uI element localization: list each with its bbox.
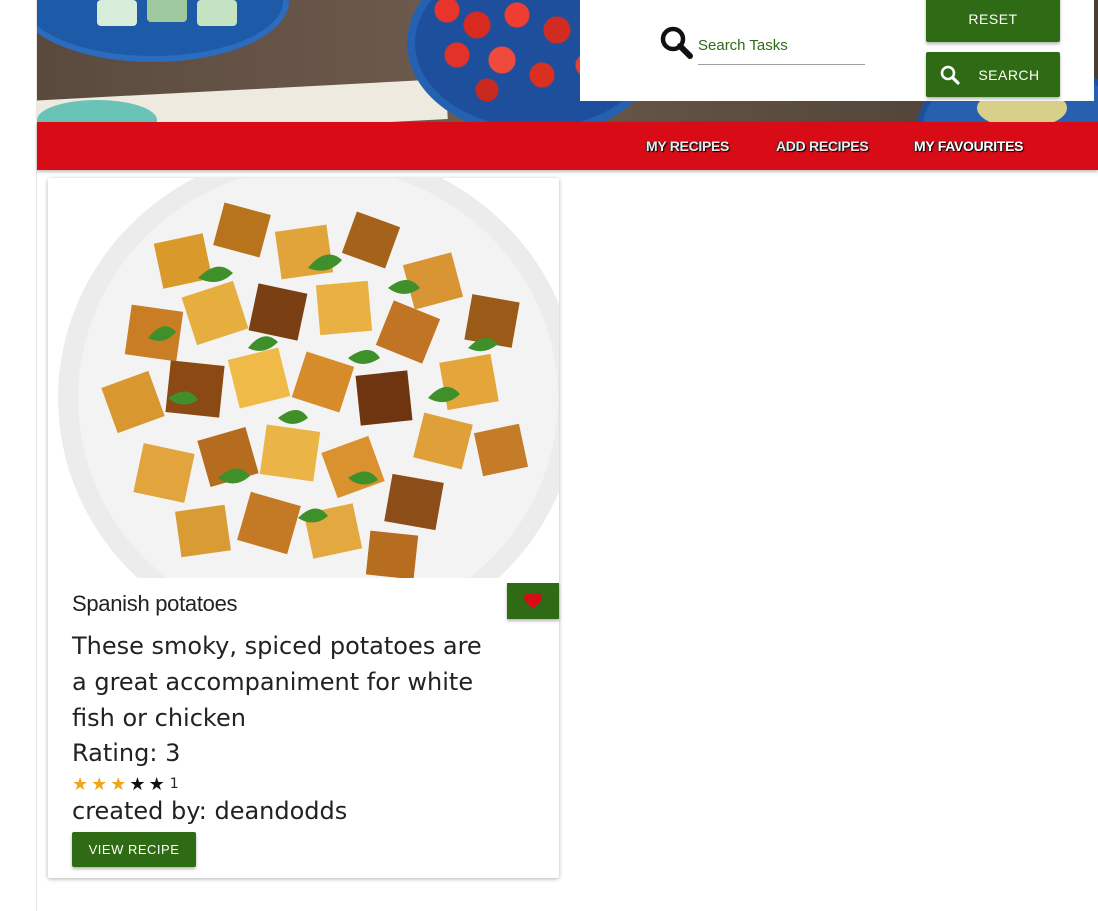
nav-add-recipes[interactable]: ADD RECIPES: [776, 138, 869, 154]
star-icon[interactable]: ★: [110, 775, 126, 793]
reset-button-label: RESET: [968, 11, 1018, 27]
reset-button[interactable]: RESET: [926, 0, 1060, 42]
heart-icon: [523, 592, 543, 610]
recipe-rating: Rating: 3: [72, 739, 181, 767]
recipe-image: [48, 178, 559, 578]
star-icon[interactable]: ★: [72, 775, 88, 793]
star-icon[interactable]: ★: [149, 775, 165, 793]
star-rating: ★ ★ ★ ★ ★ 1: [72, 774, 179, 794]
recipe-title: Spanish potatoes: [72, 591, 238, 616]
recipe-author: created by: deandodds: [72, 797, 348, 825]
search-icon: [660, 26, 694, 60]
search-icon: [940, 65, 960, 85]
vote-count: 1: [169, 776, 179, 792]
search-input[interactable]: [698, 26, 865, 65]
hero-plate-decor: [37, 0, 289, 62]
search-button-label: SEARCH: [978, 66, 1040, 83]
star-icon[interactable]: ★: [91, 775, 107, 793]
search-panel: RESET SEARCH: [580, 0, 1094, 101]
view-recipe-button[interactable]: VIEW RECIPE: [72, 832, 196, 867]
hero-food-decor: [97, 0, 137, 26]
nav-my-recipes[interactable]: MY RECIPES: [646, 138, 729, 154]
nav-my-favourites[interactable]: MY FAVOURITES: [914, 138, 1023, 154]
view-recipe-label: VIEW RECIPE: [88, 842, 180, 857]
main-nav: MY RECIPES ADD RECIPES MY FAVOURITES: [37, 122, 1098, 170]
search-button[interactable]: SEARCH: [926, 52, 1060, 97]
recipe-card: Spanish potatoes These smoky, spiced pot…: [48, 178, 559, 878]
favourite-button[interactable]: [507, 583, 559, 619]
star-icon[interactable]: ★: [129, 775, 145, 793]
recipe-description: These smoky, spiced potatoes are a great…: [72, 632, 482, 732]
